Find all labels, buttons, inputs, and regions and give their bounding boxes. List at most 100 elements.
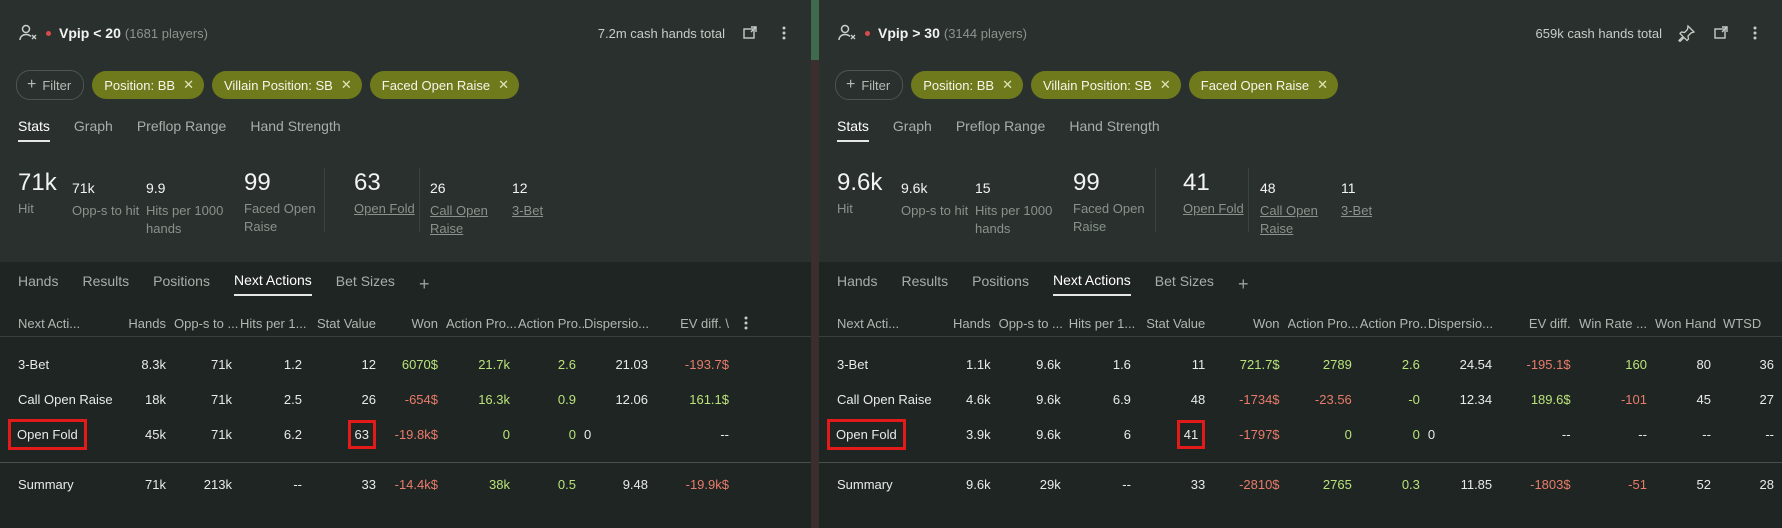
cell-ev-diff: -- — [1561, 427, 1571, 442]
column-header[interactable]: Win Rate ... — [1578, 310, 1655, 337]
more-menu-icon[interactable] — [775, 24, 793, 42]
cell: 48 — [1190, 392, 1206, 407]
stat-link-call-open-raise[interactable]: Call Open Raise — [1260, 202, 1318, 238]
close-icon[interactable]: ✕ — [183, 77, 194, 93]
stat-value: 26 — [430, 180, 446, 196]
tab-next-actions[interactable]: Next Actions — [233, 272, 312, 296]
stat-link-open-fold[interactable]: Open Fold — [1183, 200, 1244, 218]
column-header[interactable]: Dispersio... — [1427, 310, 1501, 337]
column-header[interactable]: Action Pro... — [518, 310, 584, 337]
close-icon[interactable]: ✕ — [1002, 77, 1013, 93]
tab-preflop-range[interactable]: Preflop Range — [956, 118, 1046, 142]
close-icon[interactable]: ✕ — [498, 77, 509, 93]
close-icon[interactable]: ✕ — [341, 77, 352, 93]
cell-action: Open Fold — [819, 417, 937, 452]
cell-ev-diff: -19.9k$ — [656, 462, 737, 505]
column-header[interactable]: Next Acti... — [0, 310, 114, 337]
player-filter-title[interactable]: Vpip > 30 — [878, 25, 940, 41]
column-header[interactable]: Stat Value — [1138, 310, 1214, 337]
stats-divider — [1248, 168, 1249, 232]
tab-hands[interactable]: Hands — [837, 273, 877, 295]
column-header[interactable]: Won Hand — [1654, 310, 1719, 337]
tab-bet-sizes[interactable]: Bet Sizes — [1155, 273, 1214, 295]
add-tab-icon[interactable]: + — [419, 274, 430, 295]
cell: 0.5 — [518, 462, 584, 505]
tab-hands[interactable]: Hands — [18, 273, 58, 295]
tab-results[interactable]: Results — [901, 273, 948, 295]
column-header[interactable]: Opp-s to ... — [998, 310, 1069, 337]
chip-label: Villain Position: SB — [223, 77, 333, 93]
add-tab-icon[interactable]: + — [1238, 274, 1249, 295]
filter-chip-position[interactable]: Position: BB ✕ — [92, 71, 204, 99]
column-header[interactable]: Action Pro... — [446, 310, 518, 337]
column-header[interactable]: Stat Value — [310, 310, 384, 337]
highlighted-open-fold: Open Fold — [8, 419, 87, 450]
plus-icon: + — [846, 76, 856, 93]
cell: 27 — [1759, 392, 1774, 407]
column-menu-icon[interactable] — [737, 314, 755, 332]
column-header[interactable]: EV diff. — [1500, 310, 1579, 337]
column-header[interactable]: Won — [384, 310, 446, 337]
tab-hand-strength[interactable]: Hand Strength — [1069, 118, 1159, 142]
column-header[interactable]: Hands — [936, 310, 999, 337]
stat-faced-open-raise: 99 Faced Open Raise — [244, 168, 316, 236]
add-filter-button[interactable]: + Filter — [16, 70, 85, 100]
column-header[interactable]: Won — [1213, 310, 1288, 337]
table-row[interactable]: 3-Bet 1.1k 9.6k 1.6 11 721.7$ 2789 2.6 2… — [819, 347, 1782, 382]
column-header[interactable]: Hits per 1... — [240, 310, 310, 337]
chip-label: Position: BB — [104, 77, 176, 93]
column-header[interactable]: WTSD — [1718, 310, 1782, 337]
table-row[interactable]: Open Fold 45k 71k 6.2 63 -19.8k$ 0 0 0 -… — [0, 417, 811, 452]
filter-chip-position[interactable]: Position: BB ✕ — [911, 71, 1023, 99]
filter-chip-faced-open-raise[interactable]: Faced Open Raise ✕ — [369, 71, 520, 99]
status-dot — [865, 30, 870, 36]
open-external-icon[interactable] — [1712, 24, 1730, 42]
close-icon[interactable]: ✕ — [1317, 77, 1328, 93]
tab-graph[interactable]: Graph — [74, 118, 113, 142]
open-external-icon[interactable] — [741, 24, 759, 42]
table-row[interactable]: Open Fold 3.9k 9.6k 6 41 -1797$ 0 0 0 --… — [819, 417, 1782, 452]
cell: 2765 — [1287, 462, 1360, 505]
column-header[interactable]: Action Pro... — [1287, 310, 1360, 337]
add-filter-button[interactable]: + Filter — [835, 70, 904, 100]
tab-preflop-range[interactable]: Preflop Range — [137, 118, 227, 142]
tab-positions[interactable]: Positions — [153, 273, 210, 295]
cell: 9.48 — [584, 462, 656, 505]
column-header[interactable]: Next Acti... — [819, 310, 937, 337]
filter-chip-faced-open-raise[interactable]: Faced Open Raise ✕ — [1188, 71, 1339, 99]
pin-icon[interactable] — [1678, 24, 1696, 42]
table-row[interactable]: 3-Bet 8.3k 71k 1.2 12 6070$ 21.7k 2.6 21… — [0, 347, 811, 382]
column-header[interactable]: Opp-s to ... — [174, 310, 240, 337]
tab-stats[interactable]: Stats — [18, 118, 50, 142]
player-filter-title[interactable]: Vpip < 20 — [59, 25, 121, 41]
cell-ev-diff: -195.1$ — [1526, 357, 1571, 372]
stat-link-call-open-raise[interactable]: Call Open Raise — [430, 202, 488, 238]
panel-separator[interactable] — [811, 0, 819, 528]
column-header[interactable]: Action Pro... — [1359, 310, 1428, 337]
cell-win-rate: -- — [1638, 427, 1647, 442]
column-header[interactable]: Hits per 1... — [1068, 310, 1139, 337]
stat-link-3bet[interactable]: 3-Bet — [512, 202, 543, 220]
close-icon[interactable]: ✕ — [1160, 77, 1171, 93]
detail-tabs: Hands Results Positions Next Actions Bet… — [837, 272, 1248, 296]
cell: 63 — [310, 417, 384, 452]
tab-positions[interactable]: Positions — [972, 273, 1029, 295]
table-row[interactable]: Call Open Raise 4.6k 9.6k 6.9 48 -1734$ … — [819, 382, 1782, 417]
table-row[interactable]: Call Open Raise 18k 71k 2.5 26 -654$ 16.… — [0, 382, 811, 417]
tab-results[interactable]: Results — [82, 273, 129, 295]
stat-link-open-fold[interactable]: Open Fold — [354, 200, 415, 218]
stat-link-3bet[interactable]: 3-Bet — [1341, 202, 1372, 220]
column-header[interactable]: EV diff. \ — [656, 310, 737, 337]
filter-chip-villain-position[interactable]: Villain Position: SB ✕ — [1030, 71, 1181, 99]
tab-next-actions[interactable]: Next Actions — [1052, 272, 1131, 296]
more-menu-icon[interactable] — [1746, 24, 1764, 42]
column-header[interactable]: Hands — [114, 310, 174, 337]
tab-bet-sizes[interactable]: Bet Sizes — [336, 273, 395, 295]
tab-graph[interactable]: Graph — [893, 118, 932, 142]
tab-stats[interactable]: Stats — [837, 118, 869, 142]
filter-chip-villain-position[interactable]: Villain Position: SB ✕ — [211, 71, 362, 99]
filter-bar: + Filter Position: BB ✕ Villain Position: … — [16, 70, 520, 100]
cell: 6.2 — [283, 427, 302, 442]
column-header[interactable]: Dispersio... — [584, 310, 656, 337]
tab-hand-strength[interactable]: Hand Strength — [250, 118, 340, 142]
